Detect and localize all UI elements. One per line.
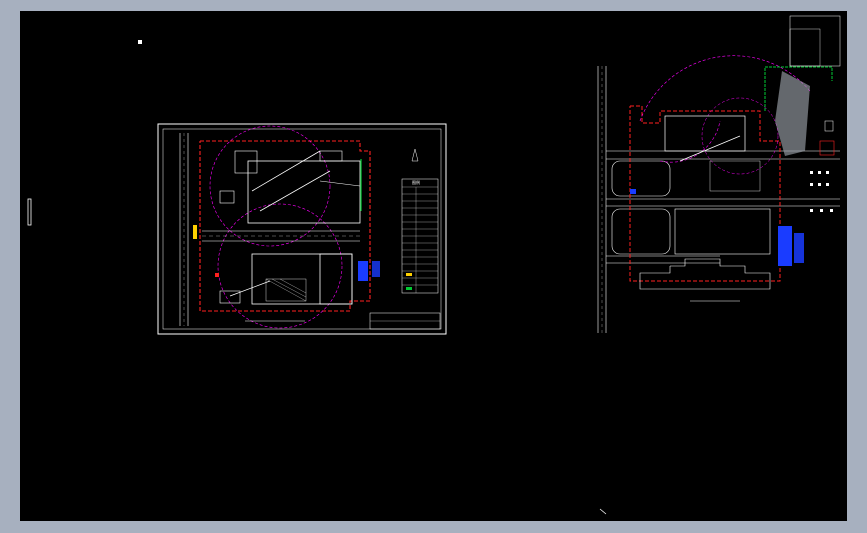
left-inner-frame [162,128,442,330]
cursor-mark [599,508,607,515]
right-site-plan [597,15,841,333]
cad-drawing-canvas [27,15,841,515]
left-site-plan [157,123,447,335]
cad-model-space[interactable]: 图例 [20,11,847,521]
right-site-boundary [629,105,781,282]
site-boundary [199,140,371,312]
stray-dot [138,40,142,44]
legend-title: 图例 [412,180,420,185]
left-edge-mark [27,198,32,226]
